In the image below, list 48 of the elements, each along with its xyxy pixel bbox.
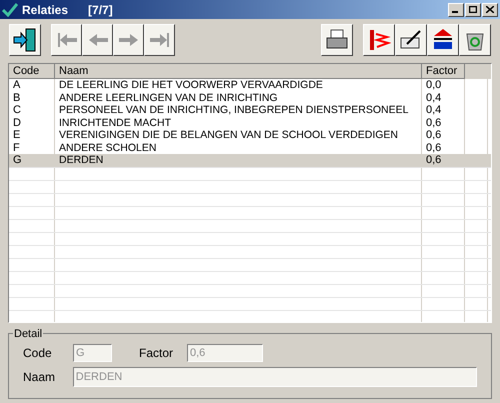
- window-title: Relaties: [22, 2, 68, 18]
- field-label: Factor: [139, 345, 174, 362]
- edit-button[interactable]: [395, 24, 427, 56]
- table-cell: 0,4: [422, 92, 465, 104]
- column-header[interactable]: Code: [9, 64, 55, 79]
- table-cell: 0,0: [422, 79, 465, 92]
- door-exit-icon: [12, 27, 38, 53]
- table-cell: 0,6: [422, 154, 465, 166]
- table-cell: E: [9, 129, 55, 142]
- table-row[interactable]: E VERENIGINGEN DIE DE BELANGEN VAN DE SCHOOL VERDEDIGEN 0,6: [9, 129, 491, 142]
- print-button[interactable]: [321, 24, 353, 56]
- table-cell: PERSONEEL VAN DE INRICHTING, INBEGREPEN DIENSTPERSONEEL: [55, 104, 422, 116]
- table-cell: B: [9, 92, 55, 104]
- insert-button[interactable]: [427, 24, 459, 56]
- table-cell: C: [9, 104, 55, 116]
- field-label: Naam: [23, 369, 56, 386]
- maximize-icon: [469, 6, 477, 13]
- table-cell: A: [9, 79, 55, 92]
- table-cell: 0,6: [422, 116, 465, 129]
- close-icon: [486, 6, 494, 13]
- eraser-scribble-icon: [367, 28, 391, 52]
- column-header[interactable]: Naam: [55, 64, 422, 79]
- table-cell: DE LEERLING DIE HET VOORWERP VERVAARDIGDE: [55, 79, 422, 92]
- table-cell: DERDEN: [55, 154, 422, 166]
- record-counter: [7/7]: [88, 2, 113, 18]
- table-cell: INRICHTENDE MACHT: [55, 116, 422, 129]
- field-label: Code: [23, 345, 53, 362]
- table-row[interactable]: G DERDEN 0,6: [9, 154, 491, 166]
- close-button[interactable]: [482, 2, 498, 16]
- recycle-button[interactable]: [459, 24, 491, 56]
- table-row[interactable]: B ANDERE LEERLINGEN VAN DE INRICHTING 0,4: [9, 92, 491, 104]
- table-cell: G: [9, 154, 55, 166]
- table-cell: ANDERE LEERLINGEN VAN DE INRICHTING: [55, 92, 422, 104]
- table-cell: D: [9, 116, 55, 129]
- table-row[interactable]: D INRICHTENDE MACHT 0,6: [9, 116, 491, 129]
- maximize-button[interactable]: [465, 2, 481, 16]
- checkmark-icon: [2, 2, 18, 16]
- stacked-lines-icon: [432, 28, 454, 52]
- exit-button[interactable]: [9, 24, 41, 56]
- table-row[interactable]: A DE LEERLING DIE HET VOORWERP VERVAARDIGDE 0,0: [9, 79, 491, 92]
- table-cell: VERENIGINGEN DIE DE BELANGEN VAN DE SCHOOL VERDEDIGEN: [55, 129, 422, 142]
- table-cell: 0,4: [422, 104, 465, 116]
- printer-icon: [325, 29, 349, 51]
- table-cell: 0,6: [422, 129, 465, 142]
- column-header[interactable]: Factor: [422, 64, 465, 79]
- table-row[interactable]: C PERSONEEL VAN DE INRICHTING, INBEGREPEN DIENSTPERSONEEL 0,4: [9, 104, 491, 116]
- delete-button[interactable]: [363, 24, 395, 56]
- minimize-button[interactable]: [448, 2, 464, 16]
